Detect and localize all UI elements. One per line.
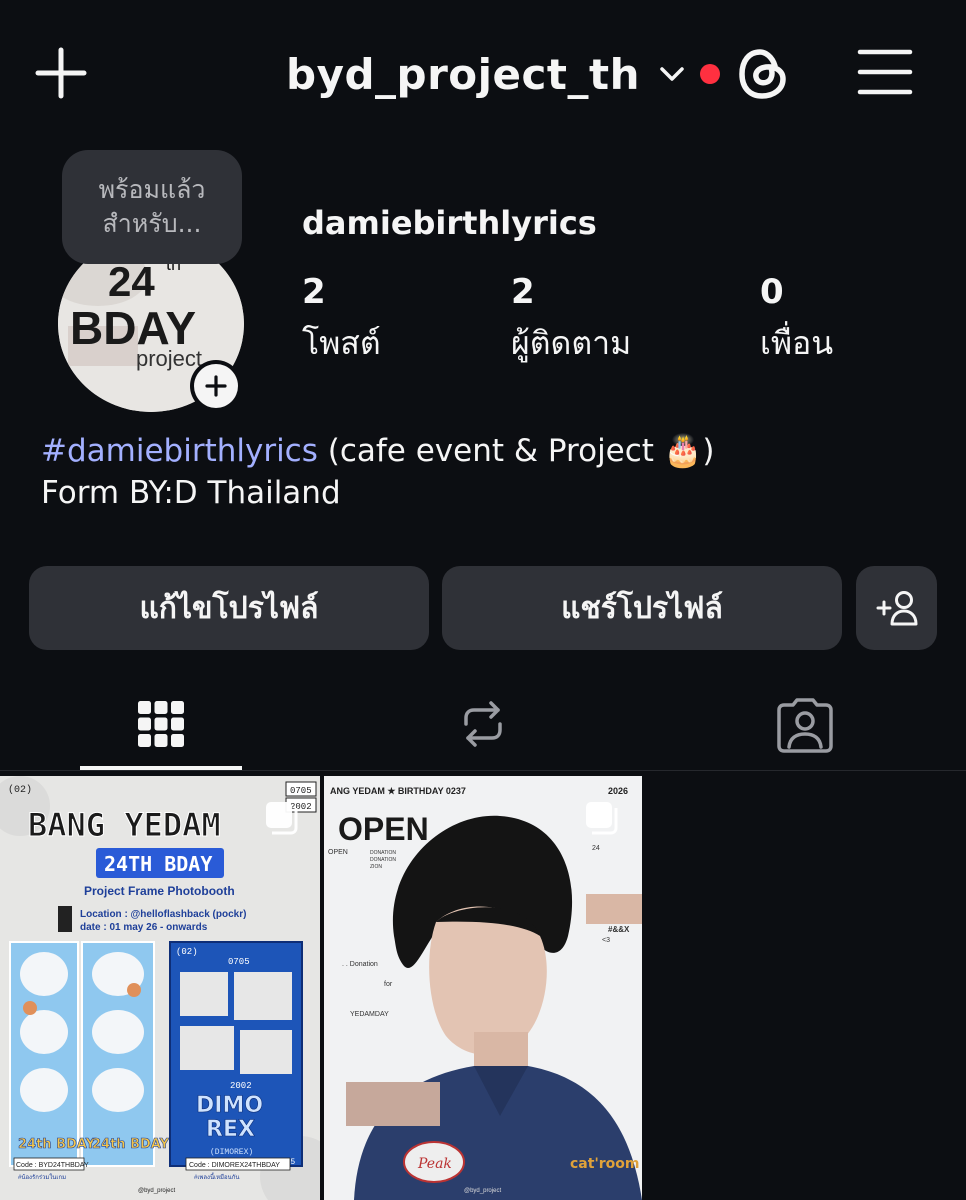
post-2-image: ANG YEDAM ★ BIRTHDAY 0237 2026 OPEN OPEN…	[324, 776, 642, 1200]
post-2-hash: #&&X	[608, 925, 630, 934]
tab-grid[interactable]	[80, 676, 242, 772]
post-2-header-text: ANG YEDAM ★ BIRTHDAY 0237	[330, 786, 466, 796]
avatar-text-24: 24	[108, 258, 155, 305]
threads-icon	[739, 49, 786, 99]
add-story-button[interactable]	[190, 360, 242, 412]
post-1-corner-tr1: 0705	[290, 786, 312, 796]
stat-posts-value: 2	[302, 272, 326, 312]
post-2-heart: <3	[602, 937, 610, 944]
post-2-open-word: OPEN	[338, 811, 429, 847]
top-bar: byd_project_th	[0, 0, 966, 140]
multiple-images-icon	[586, 802, 618, 835]
post-2-donation-1: DONATION	[370, 850, 396, 856]
bio-line-2: Form BY:D Thailand	[41, 475, 341, 511]
post-1-location: Location : @helloflashback (pockr)	[80, 909, 246, 920]
post-1-credit: @byd_project	[138, 1188, 175, 1194]
threads-button[interactable]	[736, 44, 790, 104]
stat-friends[interactable]: 0 เพื่อน	[760, 272, 833, 366]
header-username: byd_project_th	[286, 49, 640, 99]
tagged-person-icon	[777, 698, 833, 753]
stat-followers-label: ผู้ติดตาม	[511, 324, 632, 362]
repost-icon	[464, 701, 502, 747]
profile-note-bubble[interactable]: พร้อมแล้ว สำหรับ...	[62, 150, 242, 264]
post-1-dimo-code2: 2002	[230, 1081, 252, 1091]
tabs-divider	[0, 770, 966, 771]
tab-reposts[interactable]	[402, 676, 564, 772]
post-1-dimo-small: (DIMOREX)	[210, 1148, 253, 1157]
discover-people-button[interactable]	[856, 566, 937, 650]
plus-icon	[205, 375, 227, 397]
post-2-donation-3: ZION	[370, 864, 382, 870]
edit-profile-button[interactable]: แก้ไขโปรไฟล์	[29, 566, 429, 650]
stat-followers-value: 2	[511, 272, 535, 312]
post-1-corner-tl: (02)	[8, 784, 32, 796]
post-2-donation-text: . . Donation	[342, 961, 378, 968]
stat-friends-label: เพื่อน	[760, 324, 834, 362]
add-story-circle	[194, 364, 238, 408]
post-1-rex-word: REX	[206, 1117, 255, 1142]
bio-hashtag-link[interactable]: #damiebirthlyrics	[41, 433, 318, 469]
post-2-catroom: cat'room	[570, 1156, 639, 1172]
note-line-2: สำหรับ...	[102, 209, 202, 238]
post-1-subtitle: Project Frame Photobooth	[84, 884, 235, 898]
stat-posts-label: โพสต์	[302, 324, 381, 362]
multiple-images-icon	[266, 802, 298, 835]
post-2-side-number: 24	[592, 845, 600, 852]
post-2-yedamday: YEDAMDAY	[350, 1011, 389, 1018]
post-1-dimo-top: (02)	[176, 947, 198, 957]
post-1-frame-label-a: 24th BDAY	[18, 1137, 96, 1152]
notification-dot	[699, 64, 720, 84]
post-1-code-left: Code : BYD24THBDAY	[16, 1162, 89, 1169]
grid-post-1[interactable]: (02) 0705 2002 BANG YEDAM 24TH BDAY Proj…	[0, 776, 320, 1200]
account-switcher[interactable]: byd_project_th	[286, 44, 720, 104]
post-1-title: BANG YEDAM	[28, 806, 221, 844]
post-1-foot-left: #น้องรักร่วมในเกม	[18, 1173, 66, 1181]
stat-friends-value: 0	[760, 272, 784, 312]
profile-bio: #damiebirthlyrics (cafe event & Project …	[41, 430, 715, 514]
add-person-icon	[876, 591, 917, 626]
tab-tagged[interactable]	[724, 676, 886, 772]
post-2-credit: @byd_project	[464, 1188, 501, 1194]
post-2-year: 2026	[608, 786, 628, 796]
post-1-frame-label-b: 24th BDAY	[92, 1137, 170, 1152]
hamburger-menu-icon	[857, 49, 913, 95]
share-profile-button[interactable]: แชร์โปรไฟล์	[442, 566, 842, 650]
menu-button[interactable]	[856, 46, 914, 98]
profile-name: damiebirthlyrics	[302, 204, 597, 242]
post-2-donation-2: DONATION	[370, 857, 396, 863]
post-1-code-right: Code : DIMOREX24THBDAY	[189, 1162, 280, 1169]
bio-line-1: #damiebirthlyrics (cafe event & Project …	[41, 430, 715, 472]
bio-text: (cafe event & Project 🎂)	[317, 433, 715, 469]
post-1-date: date : 01 may 26 - onwards	[80, 922, 208, 933]
post-1-dimo-word: DIMO	[196, 1093, 263, 1118]
chevron-down-icon	[660, 67, 684, 81]
create-button[interactable]	[34, 46, 88, 100]
post-1-badge: 24TH BDAY	[104, 852, 212, 876]
grid-icon	[138, 701, 184, 747]
note-line-1: พร้อมแล้ว	[98, 175, 206, 204]
post-2-small-open: OPEN	[328, 849, 348, 856]
grid-post-2[interactable]: ANG YEDAM ★ BIRTHDAY 0237 2026 OPEN OPEN…	[324, 776, 642, 1200]
post-1-dimo-code1: 0705	[228, 957, 250, 967]
plus-icon	[35, 47, 87, 99]
post-2-patch: Peak	[417, 1156, 452, 1172]
post-2-for-text: for	[384, 981, 393, 988]
post-1-image: (02) 0705 2002 BANG YEDAM 24TH BDAY Proj…	[0, 776, 320, 1200]
stat-followers[interactable]: 2 ผู้ติดตาม	[511, 272, 631, 366]
avatar-text-project: project	[136, 346, 202, 371]
stat-posts[interactable]: 2 โพสต์	[302, 272, 381, 366]
